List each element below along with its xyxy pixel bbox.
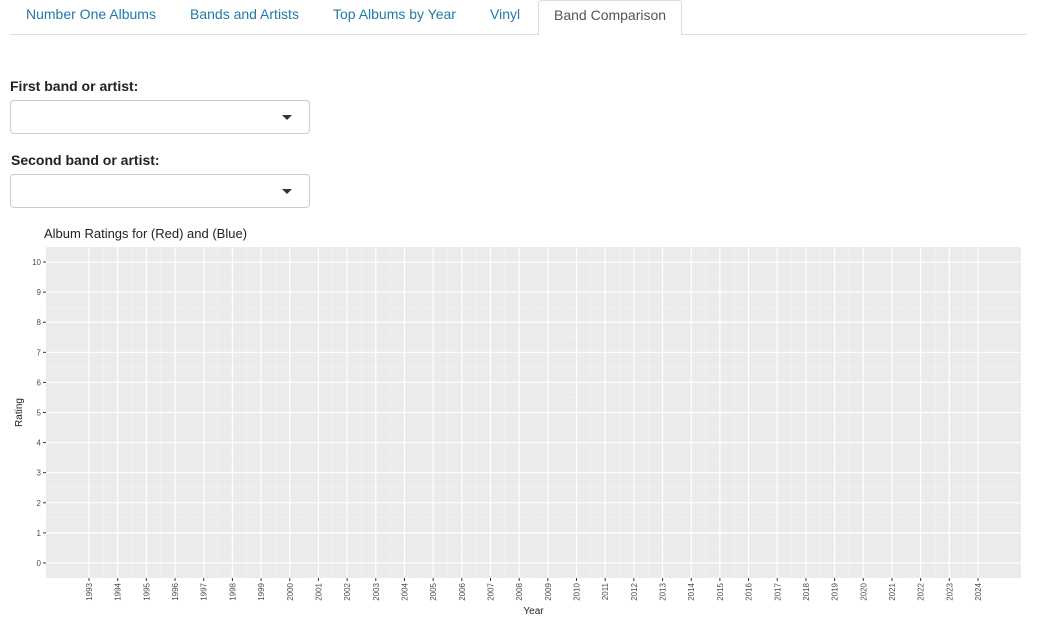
x-tick-label: 2002 xyxy=(343,582,352,600)
y-tick-label: 6 xyxy=(37,378,42,387)
ratings-chart: 0 1 2 3 4 5 6 7 8 9 10 1993 1994 1995 1996 1997 1998 1999… xyxy=(14,247,1021,617)
x-tick-label: 2019 xyxy=(831,582,840,600)
x-tick-label: 2015 xyxy=(716,582,725,600)
x-tick-label: 2017 xyxy=(773,582,782,600)
x-tick-label: 2022 xyxy=(917,582,926,600)
x-tick-label: 2003 xyxy=(372,582,381,600)
x-tick-label: 1996 xyxy=(171,582,180,600)
y-tick-label: 7 xyxy=(37,348,42,357)
x-tick-label: 2018 xyxy=(802,582,811,600)
x-tick-label: 2004 xyxy=(400,582,409,600)
x-tick-label: 1995 xyxy=(142,582,151,600)
y-tick-label: 2 xyxy=(37,499,42,508)
x-tick-label: 1999 xyxy=(257,582,266,600)
x-tick-label: 1994 xyxy=(114,582,123,600)
x-tick-label: 1998 xyxy=(228,582,237,600)
x-tick-label: 2023 xyxy=(945,582,954,600)
x-tick-label: 1997 xyxy=(200,582,209,600)
y-tick-label: 10 xyxy=(32,258,41,267)
x-tick-label: 2007 xyxy=(486,582,495,600)
x-tick-label: 2021 xyxy=(888,582,897,600)
x-tick-label: 2010 xyxy=(573,582,582,600)
x-tick-label: 2020 xyxy=(859,582,868,600)
x-tick-label: 1993 xyxy=(85,582,94,600)
y-tick-label: 8 xyxy=(37,318,42,327)
x-tick-label: 2011 xyxy=(601,582,610,600)
x-tick-label: 2024 xyxy=(974,582,983,600)
x-tick-label: 2014 xyxy=(687,582,696,600)
y-tick-label: 9 xyxy=(37,288,42,297)
x-tick-label: 2012 xyxy=(630,582,639,600)
x-tick-label: 2009 xyxy=(544,582,553,600)
y-tick-label: 3 xyxy=(37,469,42,478)
x-tick-label: 2001 xyxy=(314,582,323,600)
x-tick-label: 2008 xyxy=(515,582,524,600)
y-axis-label: Rating xyxy=(14,398,25,427)
x-tick-label: 2013 xyxy=(659,582,668,600)
x-tick-label: 2005 xyxy=(429,582,438,600)
x-tick-label: 2000 xyxy=(286,582,295,600)
y-tick-label: 4 xyxy=(37,439,42,448)
y-tick-label: 1 xyxy=(37,529,42,538)
x-tick-label: 2016 xyxy=(745,582,754,600)
x-tick-label: 2006 xyxy=(458,582,467,600)
y-tick-label: 0 xyxy=(37,559,42,568)
y-tick-label: 5 xyxy=(37,409,42,418)
x-axis-label: Year xyxy=(523,606,544,617)
